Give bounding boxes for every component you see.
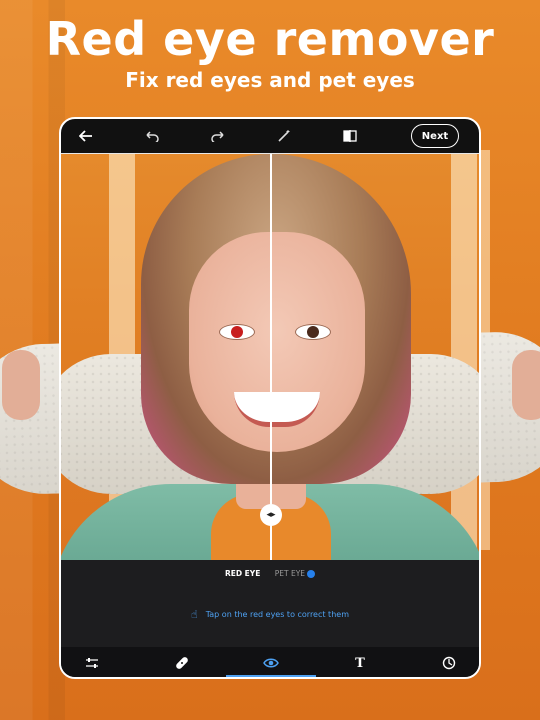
promo-title: Red eye remover (45, 12, 495, 66)
hint-text: Tap on the red eyes to correct them (205, 610, 349, 619)
hand-image (2, 350, 40, 420)
tab-pet-eye-label: PET EYE (274, 569, 306, 578)
mode-tabs: RED EYE PET EYE (61, 569, 479, 578)
healing-bandage-icon[interactable] (171, 653, 193, 673)
top-divider (61, 153, 479, 154)
new-badge-icon (307, 570, 316, 578)
compare-split-handle[interactable]: ◂▸ (260, 504, 282, 526)
bottom-toolbar: T (61, 647, 479, 677)
eye-icon[interactable] (260, 653, 282, 673)
sticker-icon[interactable] (438, 653, 460, 673)
left-right-arrows-icon: ◂▸ (266, 510, 276, 520)
hand-image (512, 350, 540, 420)
undo-icon[interactable] (141, 125, 163, 147)
adjust-sliders-icon[interactable] (81, 653, 103, 673)
editor-top-bar: Next (61, 119, 479, 153)
right-eye-corrected[interactable] (295, 324, 331, 340)
magic-wand-icon[interactable] (273, 125, 295, 147)
active-tool-indicator (226, 675, 316, 677)
tool-options-panel: RED EYE PET EYE ☝ Tap on the red eyes to … (61, 560, 479, 647)
pupil (231, 326, 243, 338)
app-screen: ◂▸ Next RED EYE PET EYE ☝ Tap on the red … (59, 117, 481, 679)
compare-split-line[interactable] (270, 154, 272, 560)
redo-icon[interactable] (207, 125, 229, 147)
left-eye-red[interactable] (219, 324, 255, 340)
tab-pet-eye[interactable]: PET EYE (274, 569, 316, 578)
tab-red-eye[interactable]: RED EYE (225, 569, 260, 578)
pupil (307, 326, 319, 338)
photo-stripe (451, 154, 477, 560)
compare-icon[interactable] (339, 125, 361, 147)
promo-subtitle: Fix red eyes and pet eyes (125, 68, 415, 92)
arrow-left-icon[interactable] (75, 125, 97, 147)
next-button[interactable]: Next (411, 124, 459, 148)
photo-canvas[interactable]: ◂▸ (61, 154, 479, 560)
tap-hand-icon: ☝ (191, 608, 198, 621)
hint-row: ☝ Tap on the red eyes to correct them (61, 608, 479, 621)
text-icon[interactable]: T (349, 653, 371, 673)
